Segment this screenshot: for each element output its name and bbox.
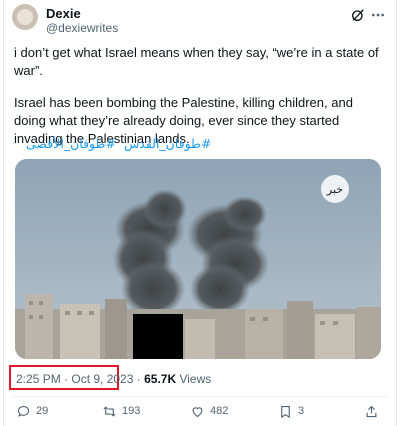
like-button[interactable]: 482 (190, 403, 228, 419)
avatar[interactable] (12, 4, 38, 30)
author-handle[interactable]: @dexiewrites (46, 21, 118, 35)
reply-button[interactable]: 29 (16, 403, 48, 419)
reply-count: 29 (36, 405, 49, 417)
hashtag-link[interactable]: #طوفان_الأقصى (26, 136, 116, 151)
tweet-paragraph-1: i don’t get what Israel means when they … (14, 45, 379, 78)
views-count: 65.7K (144, 372, 177, 386)
bookmark-count: 3 (298, 405, 305, 417)
like-count: 482 (210, 405, 229, 417)
like-icon (192, 406, 203, 417)
media-watermark: خبر (326, 183, 343, 196)
timestamp[interactable]: 2:25 PM · Oct 9, 2023 (16, 372, 133, 386)
more-icon[interactable] (370, 7, 386, 23)
meta-separator: · (136, 372, 141, 386)
bookmark-button[interactable]: 3 (278, 403, 304, 419)
tweet-media-image[interactable]: خبر (15, 159, 381, 359)
retweet-button[interactable]: 193 (102, 403, 140, 419)
views-label: Views (179, 372, 212, 386)
retweet-icon (103, 405, 116, 417)
bookmark-icon (281, 405, 290, 418)
author-display-name[interactable]: Dexie (46, 6, 81, 21)
reply-icon (17, 405, 30, 417)
hashtag-link[interactable]: #طوفان_القدس (124, 136, 212, 151)
share-icon (366, 405, 377, 417)
share-button[interactable] (364, 403, 384, 419)
hashtags: #طوفان_القدس #طوفان_الأقصى (18, 136, 211, 151)
grok-icon[interactable] (350, 7, 366, 23)
tweet-meta: 2:25 PM · Oct 9, 2023 · 65.7K Views (16, 372, 211, 386)
retweet-count: 193 (122, 405, 141, 417)
divider (12, 396, 388, 397)
